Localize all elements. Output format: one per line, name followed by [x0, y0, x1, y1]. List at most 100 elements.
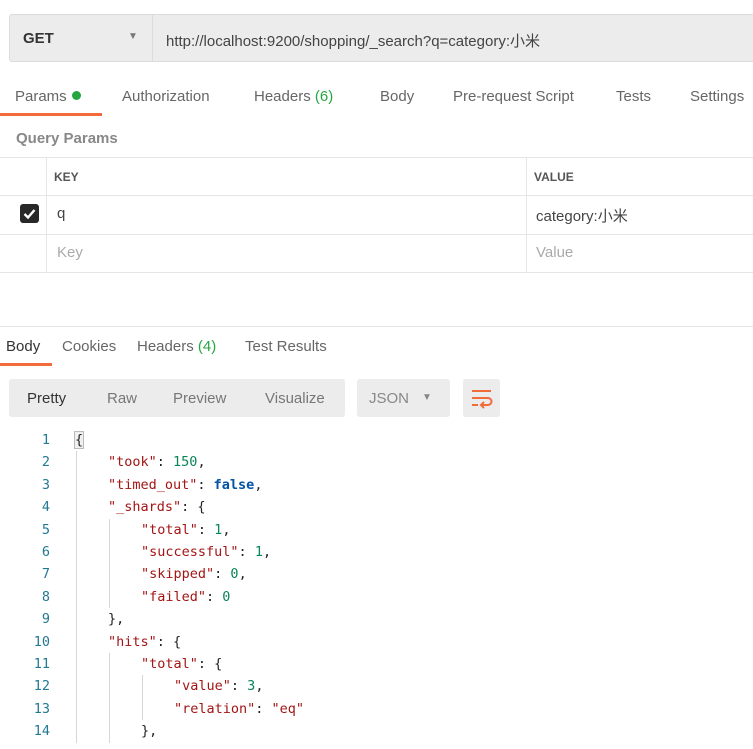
param-key-input[interactable]: q	[57, 205, 65, 222]
tab-pre-request-script[interactable]: Pre-request Script	[453, 88, 574, 105]
indent-guide	[76, 518, 77, 541]
indent-guide	[76, 585, 77, 609]
code-token: :	[230, 678, 248, 695]
code-token: ,	[262, 544, 272, 560]
view-raw-button[interactable]: Raw	[107, 390, 137, 407]
chevron-down-icon: ▼	[422, 392, 432, 403]
line-number: 8	[41, 588, 50, 605]
code-token: : {	[181, 499, 206, 516]
code-token: "value"	[174, 678, 231, 695]
tab-label: Headers	[254, 88, 311, 105]
divider	[0, 272, 753, 273]
status-dot-icon	[71, 91, 81, 100]
tab-body[interactable]: Body	[380, 88, 414, 105]
chevron-down-icon: ▼	[128, 31, 138, 42]
code-token: :	[197, 521, 215, 538]
code-line: "skipped": 0,	[141, 563, 247, 585]
line-number: 14	[33, 723, 50, 740]
code-token: false	[213, 476, 255, 493]
active-tab-indicator	[0, 363, 52, 366]
code-token: :	[197, 476, 214, 493]
url-input[interactable]: http://localhost:9200/shopping/_search?q…	[166, 30, 540, 51]
divider	[0, 195, 753, 196]
line-number: 6	[41, 544, 50, 560]
new-key-input[interactable]: Key	[57, 244, 83, 261]
indent-guide	[109, 697, 110, 721]
view-pretty-button[interactable]: Pretty	[27, 390, 66, 407]
code-token: :	[156, 454, 174, 471]
code-token: :	[206, 588, 223, 605]
code-line: "successful": 1,	[141, 541, 271, 563]
view-visualize-button[interactable]: Visualize	[265, 390, 325, 407]
new-value-input[interactable]: Value	[536, 244, 573, 261]
indent-guide	[76, 563, 77, 586]
code-token: "timed_out"	[108, 476, 198, 493]
indent-guide	[109, 675, 110, 698]
tab-authorization[interactable]: Authorization	[122, 88, 210, 105]
code-token: "total"	[141, 656, 198, 672]
code-token: "relation"	[174, 700, 256, 717]
code-token: :	[214, 566, 231, 583]
param-enabled-checkbox[interactable]	[20, 204, 39, 223]
code-line: "_shards": {	[108, 496, 206, 518]
line-number: 11	[33, 656, 50, 672]
indent-guide	[76, 451, 77, 474]
tab-params[interactable]: Params	[15, 88, 81, 105]
code-token: 150	[173, 454, 198, 471]
code-token: :	[255, 700, 272, 717]
indent-guide	[76, 541, 77, 564]
code-token: "skipped"	[141, 566, 215, 583]
code-token: },	[141, 723, 158, 740]
tab-label: Params	[15, 88, 67, 105]
indent-guide	[76, 473, 77, 497]
code-token: ,	[197, 454, 206, 471]
code-token: ,	[254, 476, 263, 493]
method-label: GET	[23, 30, 54, 47]
response-tab-headers[interactable]: Headers (4)	[137, 338, 216, 355]
format-select[interactable]: JSON ▼	[357, 379, 450, 417]
query-params-title: Query Params	[16, 130, 118, 147]
line-number: 5	[41, 521, 50, 538]
code-token: 0	[230, 566, 239, 583]
code-token: : {	[197, 656, 223, 672]
tab-settings[interactable]: Settings	[690, 88, 744, 105]
indent-guide	[76, 630, 77, 653]
code-token: "hits"	[108, 633, 157, 650]
code-token: "total"	[141, 521, 198, 538]
code-token: },	[108, 611, 125, 628]
indent-guide	[76, 720, 77, 743]
response-tab-body[interactable]: Body	[6, 338, 40, 355]
code-token: "successful"	[141, 544, 239, 560]
indent-guide	[76, 697, 77, 721]
code-token: ,	[222, 521, 231, 538]
line-number: 3	[41, 476, 50, 493]
line-number: 12	[33, 678, 50, 695]
format-label: JSON	[369, 390, 410, 407]
indent-guide	[109, 720, 110, 743]
code-token: "_shards"	[108, 499, 182, 516]
divider	[526, 157, 527, 272]
code-line: },	[108, 608, 124, 630]
response-tab-cookies[interactable]: Cookies	[62, 338, 116, 355]
tab-tests[interactable]: Tests	[616, 88, 651, 105]
code-token: "took"	[108, 454, 157, 471]
tab-headers[interactable]: Headers (6)	[254, 88, 333, 105]
method-select[interactable]: GET ▼	[10, 15, 153, 61]
code-token: "failed"	[141, 588, 207, 605]
code-token: : {	[156, 633, 182, 650]
indent-guide	[109, 563, 110, 586]
indent-guide	[142, 675, 143, 698]
code-token: "eq"	[271, 700, 305, 717]
response-tab-test-results[interactable]: Test Results	[245, 338, 327, 355]
view-mode-group: Pretty Raw Preview Visualize	[9, 379, 345, 417]
code-line: "value": 3,	[174, 675, 263, 697]
column-header-key: KEY	[54, 170, 79, 184]
code-token: 0	[222, 588, 231, 605]
indent-guide	[76, 653, 77, 676]
divider	[0, 326, 753, 327]
code-line: {	[73, 429, 85, 451]
wrap-lines-button[interactable]	[463, 379, 500, 417]
param-value-input[interactable]: category:小米	[536, 205, 628, 226]
indent-guide	[109, 541, 110, 564]
view-preview-button[interactable]: Preview	[173, 390, 226, 407]
